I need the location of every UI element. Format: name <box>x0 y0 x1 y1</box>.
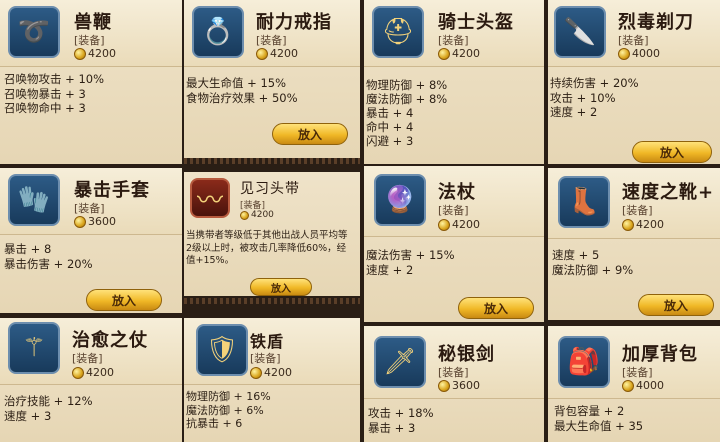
coin-icon <box>622 379 634 392</box>
coin-icon <box>250 366 262 379</box>
item-tag: [装备] <box>256 34 287 47</box>
coin-icon <box>72 366 84 379</box>
whip-icon: ➰ <box>8 6 60 58</box>
item-price: 4200 <box>240 210 274 220</box>
item-card-ring[interactable]: 💍 耐力戒指 [装备] 4200 最大生命值 + 15% 食物治疗效果 + 50%… <box>184 0 360 158</box>
item-stats: 魔法伤害 + 15% 速度 + 2 <box>366 248 455 277</box>
item-price: 4200 <box>250 366 292 379</box>
item-tag: [装备] <box>250 352 281 365</box>
item-stats: 治疗技能 + 12% 速度 + 3 <box>4 394 93 423</box>
coin-icon <box>438 379 450 392</box>
coin-icon <box>438 218 450 231</box>
item-price: 4200 <box>72 366 114 379</box>
place-button[interactable]: 放入 <box>250 278 312 296</box>
item-tag: [装备] <box>618 34 649 47</box>
item-tag: [装备] <box>74 34 105 47</box>
item-price: 4200 <box>622 218 664 231</box>
ring-icon: 💍 <box>192 6 244 58</box>
item-card-whip[interactable]: ➰ 兽鞭 [装备] 4200 召唤物攻击 + 10% 召唤物暴击 + 3 召唤物命中… <box>0 0 182 164</box>
item-tag: [装备] <box>622 204 653 217</box>
item-price: 3600 <box>438 379 480 392</box>
item-stats: 速度 + 5 魔法防御 + 9% <box>552 248 634 277</box>
item-stats: 最大生命值 + 15% 食物治疗效果 + 50% <box>186 76 298 105</box>
dagger-icon: 🔪 <box>554 6 606 58</box>
coin-icon <box>618 47 630 60</box>
item-price: 4200 <box>438 47 480 60</box>
item-stats: 暴击 + 8 暴击伤害 + 20% <box>4 242 93 271</box>
divider <box>184 158 360 164</box>
divider <box>184 298 360 304</box>
coin-icon <box>74 215 86 228</box>
item-stats: 持续伤害 + 20% 攻击 + 10% 速度 + 2 <box>550 76 639 119</box>
item-stats: 背包容量 + 2 最大生命值 + 35 <box>554 404 644 433</box>
item-stats: 物理防御 + 8% 魔法防御 + 8% 暴击 + 4 命中 + 4 闪避 + 3 <box>366 78 448 148</box>
shield-icon: 🛡 <box>196 324 248 376</box>
boots-icon: 👢 <box>558 176 610 228</box>
glove-icon: 🧤 <box>8 174 60 226</box>
item-tag: [装备] <box>438 204 469 217</box>
headband-icon: 〰 <box>190 178 230 218</box>
item-card-healing-staff[interactable]: ⚚ 治愈之仗 [装备] 4200 治疗技能 + 12% 速度 + 3 <box>0 318 182 442</box>
item-name: 法杖 <box>438 182 476 203</box>
item-card-mithril-sword[interactable]: 🗡 秘银剑 [装备] 3600 攻击 + 18% 暴击 + 3 <box>364 326 544 442</box>
item-name: 速度之靴+ <box>622 182 715 203</box>
item-price: 4200 <box>74 47 116 60</box>
item-name: 烈毒剃刀 <box>618 12 694 33</box>
item-price: 4200 <box>438 218 480 231</box>
item-stats: 攻击 + 18% 暴击 + 3 <box>368 406 434 435</box>
coin-icon <box>256 47 268 60</box>
item-tag: [装备] <box>74 202 105 215</box>
place-button[interactable]: 放入 <box>272 123 348 145</box>
item-price: 3600 <box>74 215 116 228</box>
item-name: 铁盾 <box>250 332 285 351</box>
item-price: 4200 <box>256 47 298 60</box>
item-name: 兽鞭 <box>74 12 112 33</box>
item-stats: 物理防御 + 16% 魔法防御 + 6% 抗暴击 + 6 <box>186 390 271 430</box>
item-name: 治愈之仗 <box>72 330 148 351</box>
item-card-speed-boots[interactable]: 👢 速度之靴+ [装备] 4200 速度 + 5 魔法防御 + 9% 放入 <box>548 168 720 320</box>
item-card-iron-shield[interactable]: 🛡 铁盾 [装备] 4200 物理防御 + 16% 魔法防御 + 6% 抗暴击 + … <box>184 318 360 442</box>
item-tag: [装备] <box>72 352 103 365</box>
item-price: 4000 <box>618 47 660 60</box>
staff-icon: 🔮 <box>374 174 426 226</box>
item-price: 4000 <box>622 379 664 392</box>
place-button[interactable]: 放入 <box>458 297 534 319</box>
item-tag: [装备] <box>622 366 653 379</box>
item-tag: [装备] <box>438 366 469 379</box>
item-name: 耐力戒指 <box>256 12 332 33</box>
coin-icon <box>240 210 249 220</box>
item-tag: [装备] <box>438 34 469 47</box>
item-card-thick-backpack[interactable]: 🎒 加厚背包 [装备] 4000 背包容量 + 2 最大生命值 + 35 <box>548 326 720 442</box>
item-stats: 召唤物攻击 + 10% 召唤物暴击 + 3 召唤物命中 + 3 <box>4 72 105 115</box>
item-name: 秘银剑 <box>438 344 495 365</box>
coin-icon <box>622 218 634 231</box>
item-card-staff[interactable]: 🔮 法杖 [装备] 4200 魔法伤害 + 15% 速度 + 2 放入 <box>364 166 544 322</box>
item-card-venom-razor[interactable]: 🔪 烈毒剃刀 [装备] 4000 持续伤害 + 20% 攻击 + 10% 速度 + … <box>548 0 720 164</box>
item-name: 加厚背包 <box>622 344 698 365</box>
item-name: 见习头带 <box>240 181 300 197</box>
heal-staff-icon: ⚚ <box>8 322 60 374</box>
place-button[interactable]: 放入 <box>638 294 714 316</box>
coin-icon <box>74 47 86 60</box>
item-card-headband[interactable]: 〰 见习头带 [装备] 4200 当携带者等级低于其他出战人员平均等 2级以上时，… <box>184 172 360 296</box>
item-name: 暴击手套 <box>74 180 150 201</box>
coin-icon <box>438 47 450 60</box>
backpack-icon: 🎒 <box>558 336 610 388</box>
helmet-icon: ⛑ <box>372 6 424 58</box>
place-button[interactable]: 放入 <box>86 289 162 311</box>
place-button[interactable]: 放入 <box>632 141 712 163</box>
sword-icon: 🗡 <box>374 336 426 388</box>
item-name: 骑士头盔 <box>438 12 514 33</box>
item-card-knight-helmet[interactable]: ⛑ 骑士头盔 [装备] 4200 物理防御 + 8% 魔法防御 + 8% 暴击 + … <box>364 0 544 164</box>
item-stats: 当携带者等级低于其他出战人员平均等 2级以上时，被攻击几率降低60%，经 值+15%… <box>186 230 348 266</box>
item-card-glove[interactable]: 🧤 暴击手套 [装备] 3600 暴击 + 8 暴击伤害 + 20% 放入 <box>0 168 182 313</box>
